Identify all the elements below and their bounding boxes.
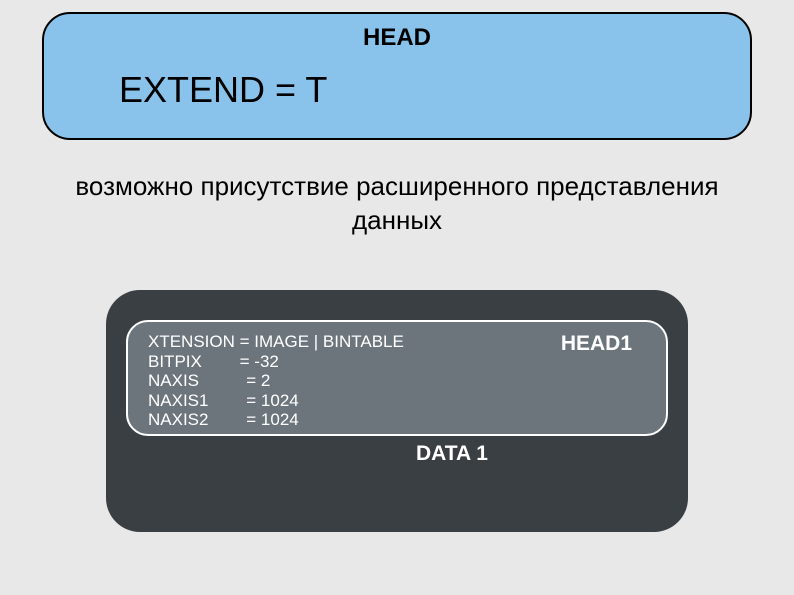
- diagram-canvas: HEAD EXTEND = T возможно присутствие рас…: [0, 0, 794, 595]
- kv-naxis2: NAXIS2 = 1024: [148, 410, 299, 429]
- extend-keyword: EXTEND = T: [119, 69, 327, 111]
- description-line1: возможно присутствие расширенного предст…: [75, 171, 718, 201]
- description-text: возможно присутствие расширенного предст…: [0, 170, 794, 238]
- kv-bitpix: BITPIX = -32: [148, 352, 279, 371]
- extension-head-title: HEAD1: [561, 332, 632, 356]
- extension-head-box: HEAD1 XTENSION = IMAGE | BINTABLE BITPIX…: [126, 320, 668, 436]
- primary-head-box: HEAD EXTEND = T: [42, 12, 752, 140]
- kv-naxis1: NAXIS1 = 1024: [148, 391, 299, 410]
- kv-xtension: XTENSION = IMAGE | BINTABLE: [148, 332, 404, 351]
- extension-data-label: DATA 1: [416, 442, 488, 465]
- primary-head-label: HEAD: [44, 24, 750, 52]
- extension-head-keywords: XTENSION = IMAGE | BINTABLE BITPIX = -32…: [148, 332, 404, 430]
- description-line2: данных: [352, 205, 442, 235]
- kv-naxis: NAXIS = 2: [148, 371, 270, 390]
- extension-data-box: HEAD1 XTENSION = IMAGE | BINTABLE BITPIX…: [106, 290, 688, 532]
